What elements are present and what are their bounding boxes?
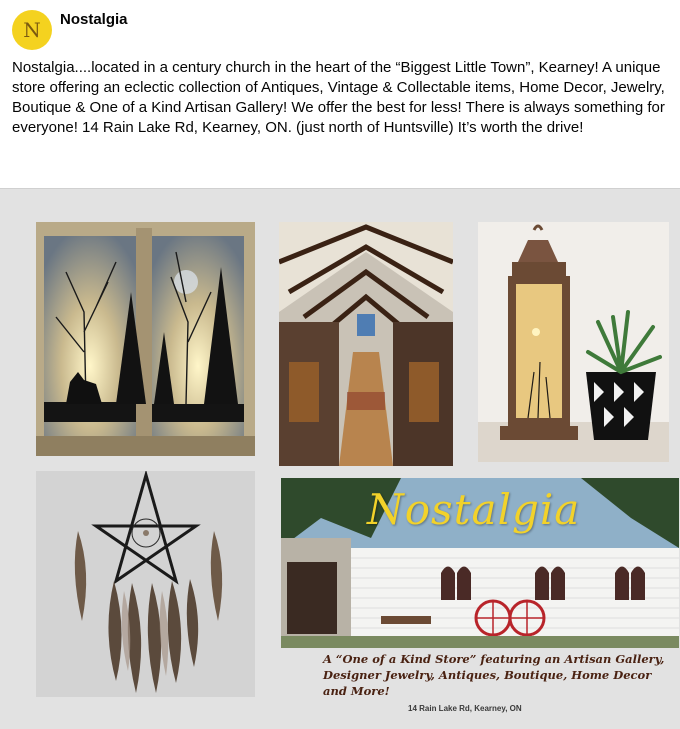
post-header: N Nostalgia — [0, 0, 680, 56]
page-name-link[interactable]: Nostalgia — [60, 11, 128, 28]
lantern-photo — [478, 222, 669, 462]
dream-catcher-photo — [36, 471, 255, 697]
collage-caption: A “One of a Kind Store” featuring an Art… — [323, 652, 665, 698]
page-avatar[interactable]: N — [12, 10, 52, 50]
logo-script: Nostalgia — [367, 485, 581, 534]
post-text: Nostalgia....located in a century church… — [12, 59, 665, 136]
church-interior-photo — [279, 222, 453, 466]
collage-address: 14 Rain Lake Rd, Kearney, ON — [408, 704, 522, 713]
post-photo[interactable]: Nostalgia A “One of a Kind Store” featur… — [0, 188, 680, 729]
window-art-photo — [36, 222, 255, 456]
